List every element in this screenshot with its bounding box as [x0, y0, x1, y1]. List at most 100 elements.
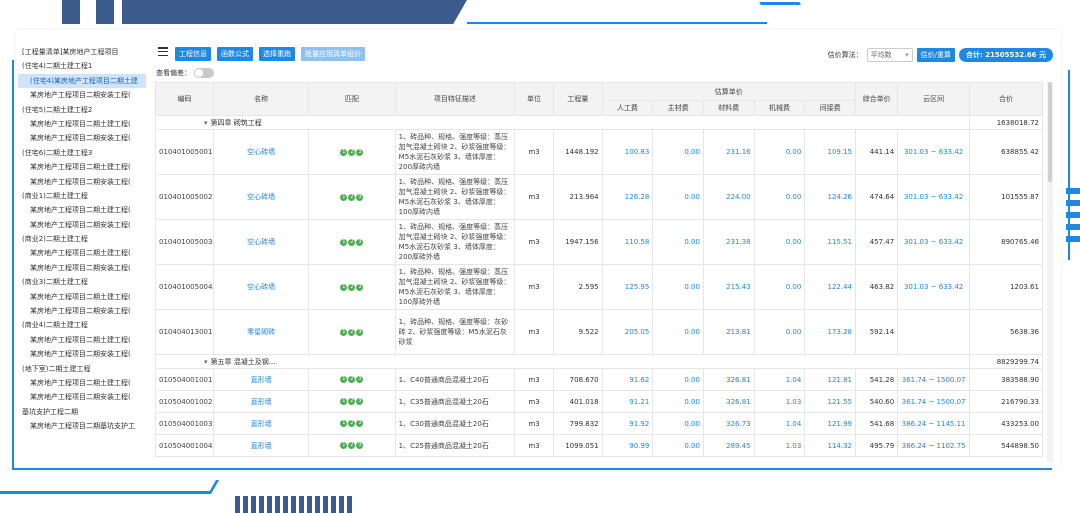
- col-header-labor[interactable]: 人工费: [601, 100, 654, 116]
- item-machine[interactable]: 0.00: [753, 309, 806, 355]
- col-header-total[interactable]: 合价: [969, 82, 1043, 116]
- tree-item[interactable]: 某房地产工程项目二期土建工程(: [18, 160, 146, 174]
- tree-item[interactable]: 某房地产工程项目二期安装工程(: [18, 304, 146, 318]
- item-name-link[interactable]: 直形墙: [213, 368, 310, 391]
- match-indicator[interactable]: 123: [308, 434, 396, 457]
- tree-item[interactable]: (商业1)二期土建工程: [18, 189, 146, 203]
- item-name-link[interactable]: 直形墙: [213, 390, 310, 413]
- item-name-link[interactable]: 零星砌砖: [213, 309, 310, 355]
- item-indirect[interactable]: 121.81: [804, 368, 856, 391]
- item-machine[interactable]: 1.03: [753, 434, 806, 457]
- item-labor[interactable]: 91.62: [601, 368, 654, 391]
- tree-item[interactable]: 某房地产工程项目二期基坑支护工: [18, 419, 146, 433]
- table-row[interactable]: 010404013001 零星砌砖 1 2 3 1、砖品种、规格、强度等级：灰砂砖 2、砂…: [155, 309, 1043, 355]
- item-machine[interactable]: 0.00: [753, 129, 806, 175]
- item-labor[interactable]: 126.28: [601, 174, 654, 220]
- item-material[interactable]: 213.81: [702, 309, 755, 355]
- item-labor[interactable]: 125.95: [601, 264, 654, 310]
- item-indirect[interactable]: 121.99: [804, 412, 856, 435]
- table-row[interactable]: 010401005001 空心砖墙 1 2 3 1、砖品种、规格、强度等级：蒸压加气混凝土…: [155, 129, 1043, 175]
- tree-item[interactable]: 某房地产工程项目二期安装工程(: [18, 175, 146, 189]
- col-header-desc[interactable]: 项目特征描述: [394, 82, 515, 116]
- tree-item[interactable]: (住宅6)二期土建工程3: [18, 146, 146, 160]
- item-machine[interactable]: 1.04: [753, 368, 806, 391]
- item-labor[interactable]: 91.21: [601, 390, 654, 413]
- match-indicator[interactable]: 123: [308, 264, 396, 310]
- col-header-indirect[interactable]: 间接费: [804, 100, 856, 116]
- table-row[interactable]: 010504001003 直形墙 1 2 3 1、C30普通商品混凝土20石 m3 799.8…: [155, 412, 1043, 435]
- tree-item[interactable]: (地下室)二期土建工程: [18, 362, 146, 376]
- col-header-qty[interactable]: 工程量: [553, 82, 603, 116]
- item-main-material[interactable]: 0.00: [652, 174, 704, 220]
- item-main-material[interactable]: 0.00: [652, 129, 704, 175]
- item-machine[interactable]: 1.03: [753, 390, 806, 413]
- collapse-arrow-icon[interactable]: ▾: [204, 358, 208, 366]
- tree-item[interactable]: (商业3)二期土建工程: [18, 275, 146, 289]
- item-indirect[interactable]: 121.55: [804, 390, 856, 413]
- col-header-cloud-range[interactable]: 云区间: [897, 82, 971, 116]
- item-material[interactable]: 224.00: [702, 174, 755, 220]
- item-labor[interactable]: 110.58: [601, 219, 654, 265]
- col-header-code[interactable]: 编码: [155, 82, 215, 116]
- match-indicator[interactable]: 123: [308, 174, 396, 220]
- item-labor[interactable]: 100.83: [601, 129, 654, 175]
- tree-item[interactable]: (住宅4)某房地产工程项目二期土建: [18, 73, 146, 89]
- col-header-machine[interactable]: 机械费: [753, 100, 806, 116]
- collapse-arrow-icon[interactable]: ▾: [204, 119, 208, 127]
- tree-item[interactable]: (商业4)二期土建工程: [18, 318, 146, 332]
- match-indicator[interactable]: 123: [308, 309, 396, 355]
- match-indicator[interactable]: 123: [308, 412, 396, 435]
- table-scrollbar[interactable]: [1047, 82, 1053, 462]
- tree-item[interactable]: 某房地产工程项目二期土建工程(: [18, 203, 146, 217]
- item-indirect[interactable]: 173.28: [804, 309, 856, 355]
- item-cloud-range[interactable]: 301.03 ~ 633.42: [897, 129, 971, 175]
- item-main-material[interactable]: 0.00: [652, 309, 704, 355]
- col-header-unit-price[interactable]: 综合单价: [854, 82, 899, 116]
- item-name-link[interactable]: 空心砖墙: [213, 174, 310, 220]
- item-name-link[interactable]: 空心砖墙: [213, 219, 310, 265]
- tree-item[interactable]: 某房地产工程项目二期土建工程(: [18, 246, 146, 260]
- item-main-material[interactable]: 0.00: [652, 368, 704, 391]
- item-name-link[interactable]: 空心砖墙: [213, 129, 310, 175]
- tree-item[interactable]: 某房地产工程项目二期土建工程(: [18, 376, 146, 390]
- item-indirect[interactable]: 109.15: [804, 129, 856, 175]
- batch-apply-button[interactable]: 批量应用清单组价: [301, 47, 365, 61]
- col-header-main-material[interactable]: 主材费: [652, 100, 704, 116]
- item-cloud-range[interactable]: 301.03 ~ 633.42: [897, 219, 971, 265]
- item-main-material[interactable]: 0.00: [652, 219, 704, 265]
- table-row[interactable]: 010401005003 空心砖墙 1 2 3 1、砖品种、规格、强度等级：蒸压加气混凝土…: [155, 219, 1043, 265]
- item-machine[interactable]: 1.04: [753, 412, 806, 435]
- item-labor[interactable]: 90.99: [601, 434, 654, 457]
- item-name-link[interactable]: 空心砖墙: [213, 264, 310, 310]
- table-row[interactable]: 010504001002 直形墙 1 2 3 1、C35普通商品混凝土20石 m3 401.0…: [155, 390, 1043, 413]
- tree-item[interactable]: 某房地产工程项目二期土建工程(: [18, 333, 146, 347]
- match-indicator[interactable]: 123: [308, 390, 396, 413]
- tree-item[interactable]: [工程量清单]某房地产工程项目: [18, 45, 146, 59]
- item-cloud-range[interactable]: 361.74 ~ 1500.07: [897, 390, 971, 413]
- item-indirect[interactable]: 122.44: [804, 264, 856, 310]
- item-main-material[interactable]: 0.00: [652, 390, 704, 413]
- item-cloud-range[interactable]: [897, 309, 971, 355]
- item-material[interactable]: 289.45: [702, 434, 755, 457]
- item-material[interactable]: 231.16: [702, 129, 755, 175]
- function-formula-button[interactable]: 函数公式: [217, 47, 253, 61]
- tree-item[interactable]: 某房地产工程项目二期安装工程(: [18, 218, 146, 232]
- tree-item[interactable]: 某房地产工程项目二期土建工程(: [18, 117, 146, 131]
- match-indicator[interactable]: 123: [308, 219, 396, 265]
- item-material[interactable]: 215.43: [702, 264, 755, 310]
- item-cloud-range[interactable]: 361.74 ~ 1500.07: [897, 368, 971, 391]
- item-indirect[interactable]: 114.32: [804, 434, 856, 457]
- deviation-toggle[interactable]: [194, 68, 214, 78]
- chapter-row[interactable]: ▾ 第五章 混凝土及钢... 8829299.74: [155, 354, 1043, 369]
- tree-item[interactable]: 某房地产工程项目二期土建工程(: [18, 290, 146, 304]
- project-info-button[interactable]: 工程信息: [175, 47, 211, 61]
- tree-item[interactable]: 某房地产工程项目二期安装工程(: [18, 131, 146, 145]
- tree-item[interactable]: (住宅4)二期土建工程1: [18, 59, 146, 73]
- table-row[interactable]: 010504001001 直形墙 1 2 3 1、C40普通商品混凝土20石 m3 708.6…: [155, 368, 1043, 391]
- item-labor[interactable]: 91.92: [601, 412, 654, 435]
- item-machine[interactable]: 0.00: [753, 219, 806, 265]
- col-header-material[interactable]: 材料费: [702, 100, 755, 116]
- match-indicator[interactable]: 123: [308, 368, 396, 391]
- item-name-link[interactable]: 直形墙: [213, 434, 310, 457]
- chapter-row[interactable]: ▾ 第四章 砌筑工程 1638018.72: [155, 115, 1043, 130]
